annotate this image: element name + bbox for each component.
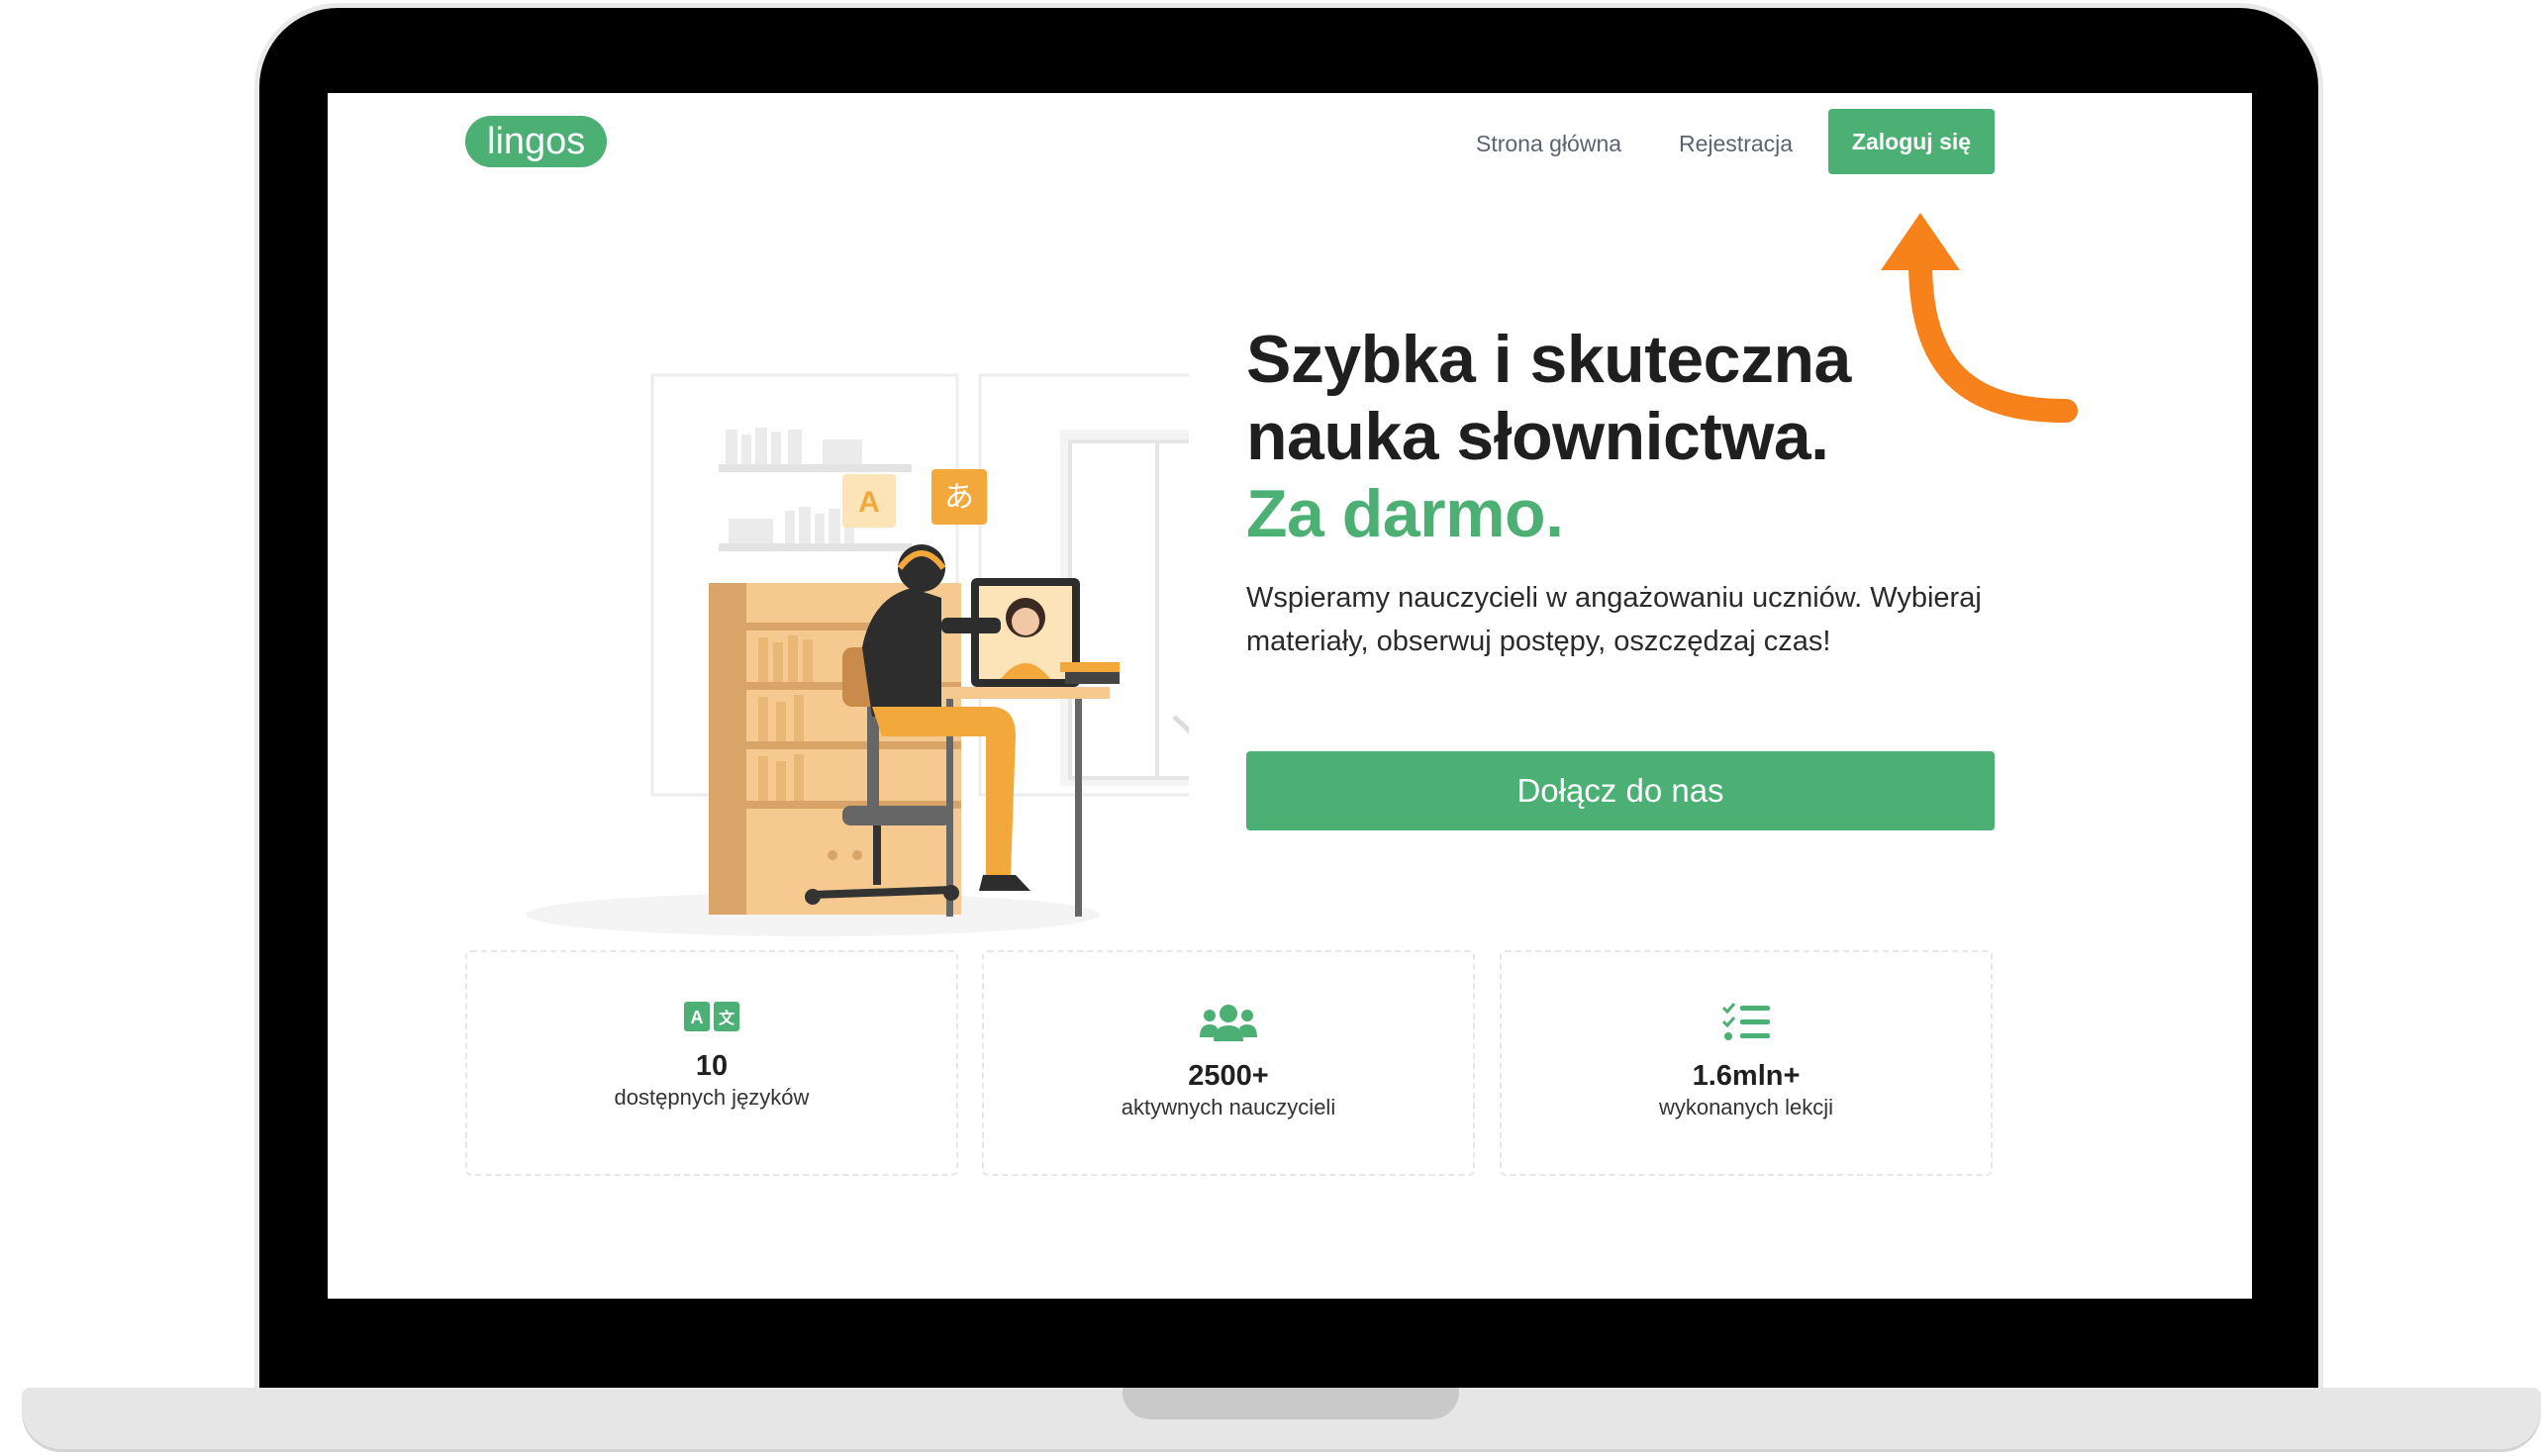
stat-card-languages: A 文 10 dostępnych języków [465, 950, 958, 1176]
login-button[interactable]: Zaloguj się [1828, 109, 1995, 174]
laptop-base-notch [1123, 1388, 1459, 1419]
stat-value: 1.6mln+ [1692, 1060, 1801, 1092]
bubble-latin: A [858, 486, 880, 519]
hero-title-line1: Szybka i skuteczna [1246, 322, 1851, 397]
annotation-arrow-icon [1881, 213, 2078, 423]
stat-value: 10 [695, 1050, 729, 1082]
stat-label: aktywnych nauczycieli [1121, 1095, 1336, 1119]
stat-label: dostępnych języków [614, 1085, 810, 1110]
checklist-icon [1722, 1003, 1770, 1040]
hero-title-line2: nauka słownictwa. [1246, 399, 1829, 474]
hero-title: Szybka i skuteczna nauka słownictwa. Za … [1246, 321, 1851, 552]
logo[interactable]: lingos [465, 116, 608, 167]
hero-illustration: A あ [526, 373, 1189, 936]
stat-card-teachers: 2500+ aktywnych nauczycieli [982, 950, 1475, 1176]
svg-text:A: A [691, 1008, 704, 1027]
svg-text:文: 文 [719, 1009, 735, 1027]
stat-value: 2500+ [1188, 1060, 1269, 1092]
join-button[interactable]: Dołącz do nas [1246, 751, 1995, 830]
stat-label: wykonanych lekcji [1658, 1095, 1834, 1119]
nav-home-link[interactable]: Strona główna [1476, 119, 1621, 168]
bubble-japanese: あ [944, 480, 974, 515]
translate-icon: A 文 [684, 1002, 739, 1031]
nav-register-link[interactable]: Rejestracja [1679, 119, 1793, 168]
hero-description: Wspieramy nauczycieli w angażowaniu uczn… [1246, 582, 1982, 657]
users-icon [1200, 1005, 1257, 1041]
stat-card-lessons: 1.6mln+ wykonanych lekcji [1500, 950, 1993, 1176]
hero-title-accent: Za darmo. [1246, 476, 1564, 551]
